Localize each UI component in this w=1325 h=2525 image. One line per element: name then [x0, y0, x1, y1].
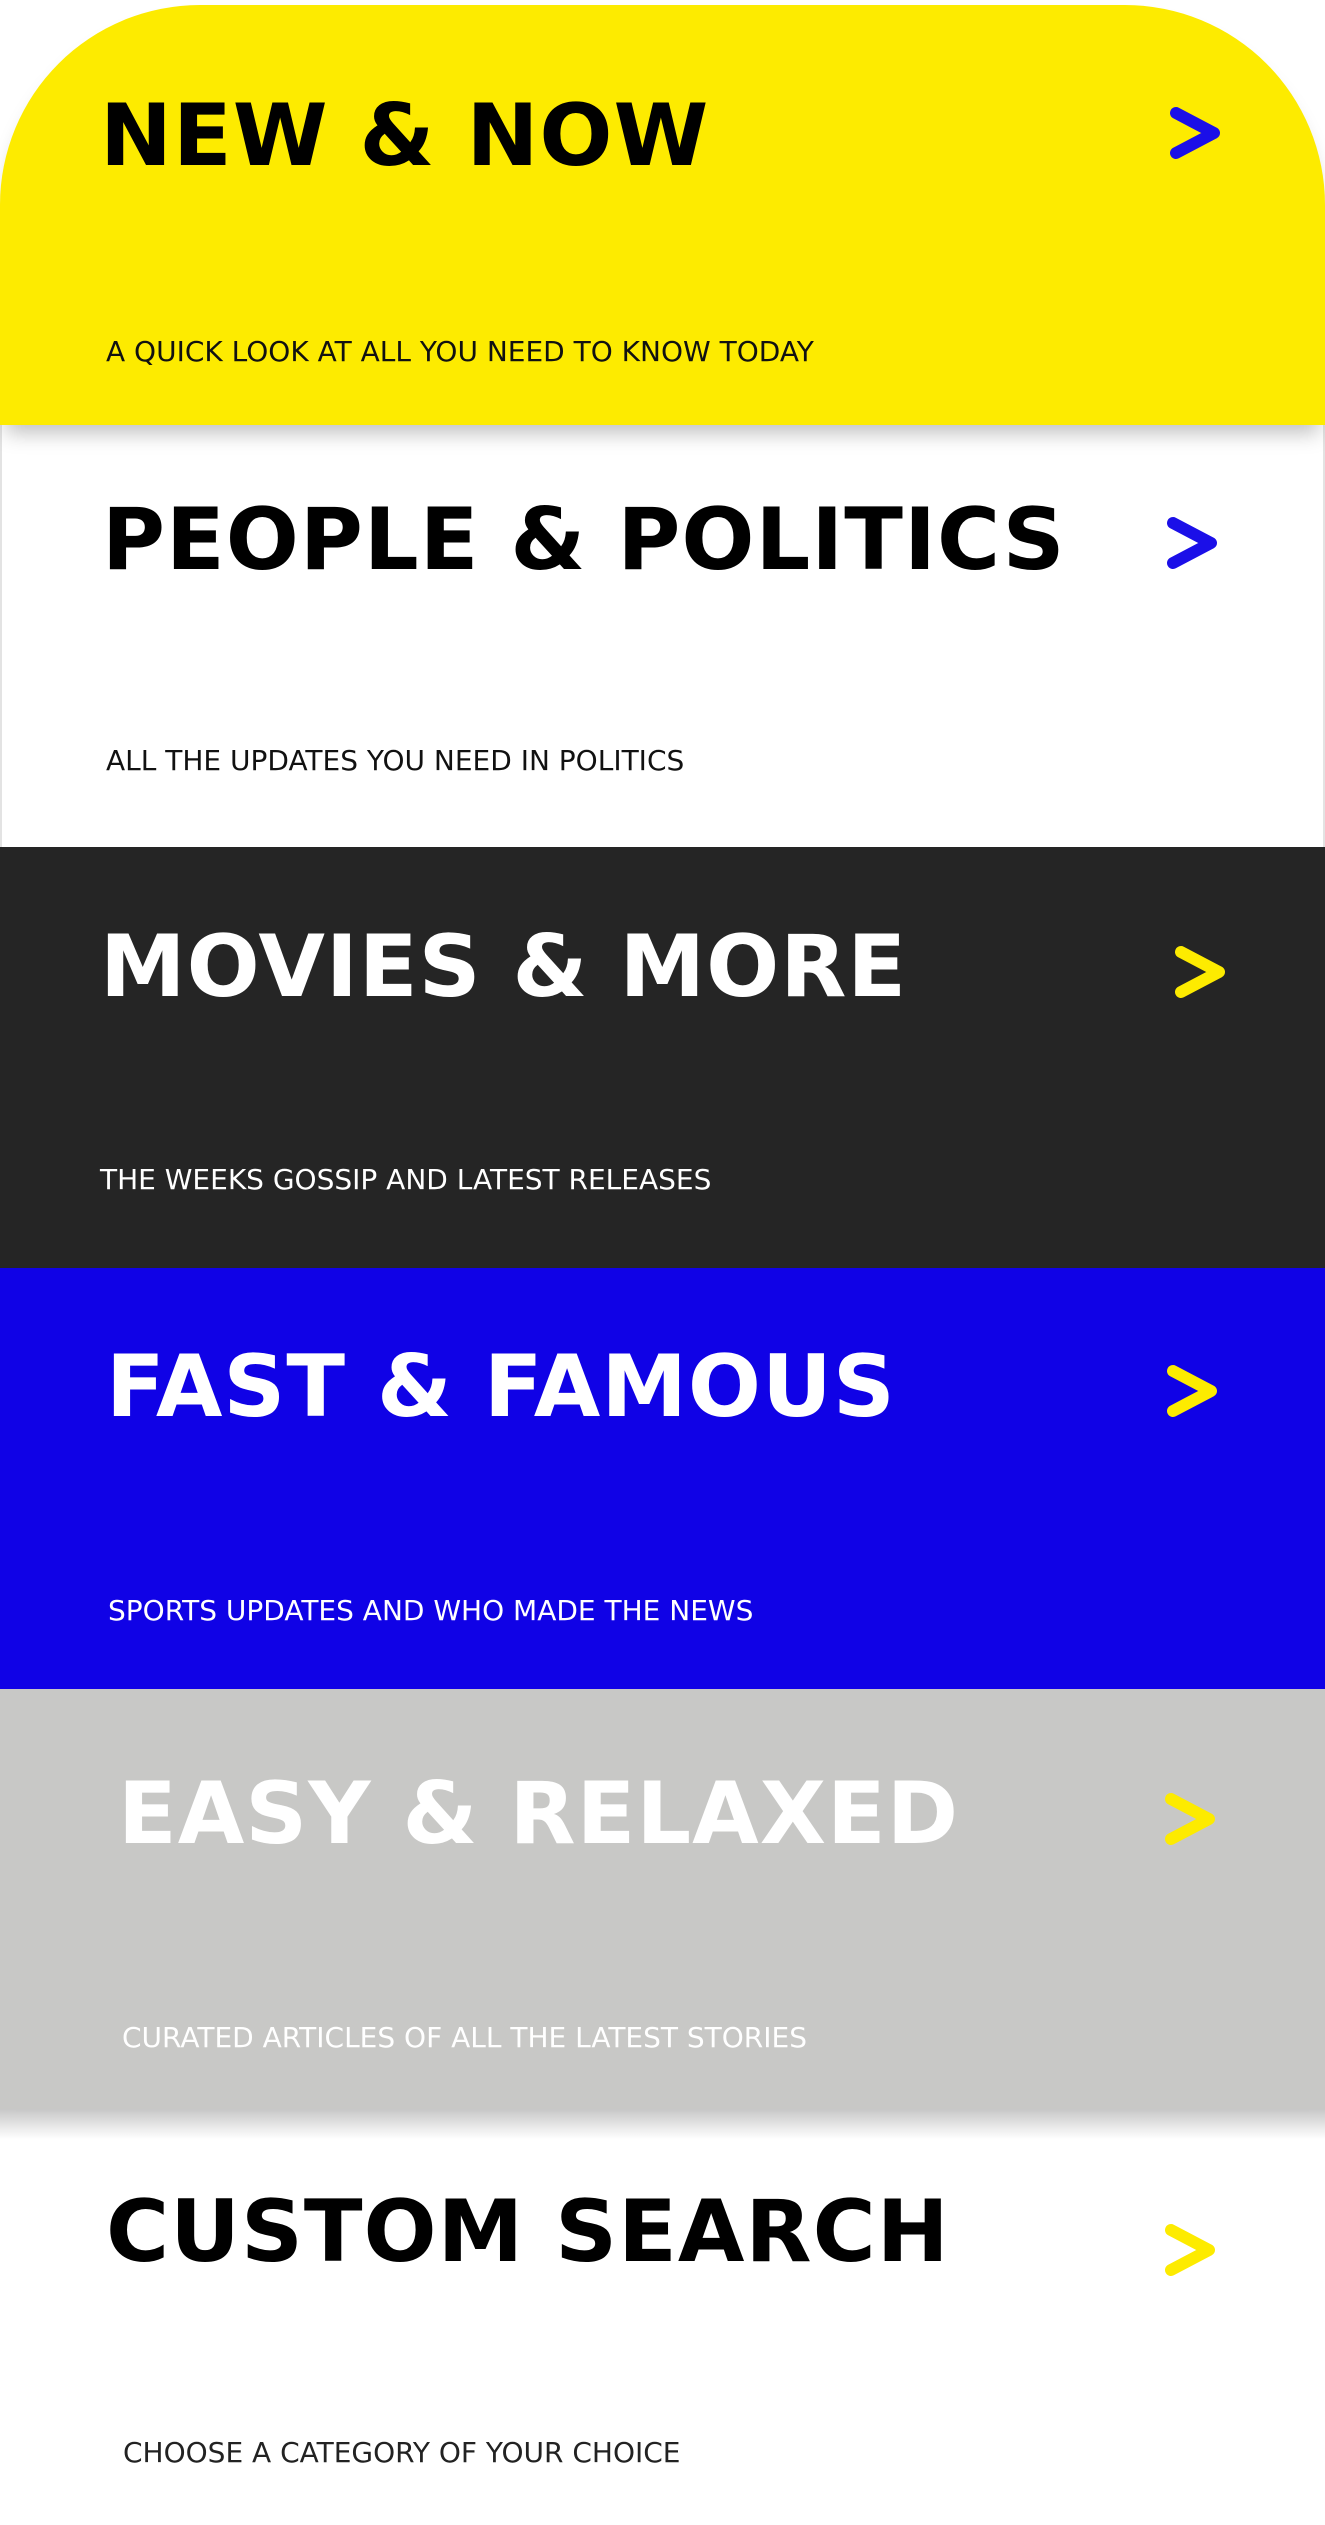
card-title: MOVIES & MORE [100, 917, 908, 1017]
category-card-new-and-now[interactable]: NEW & NOW A QUICK LOOK AT ALL YOU NEED T… [0, 5, 1325, 425]
chevron-right-icon[interactable] [1168, 103, 1228, 163]
card-subtitle: A QUICK LOOK AT ALL YOU NEED TO KNOW TOD… [106, 335, 814, 368]
card-title: PEOPLE & POLITICS [102, 490, 1066, 590]
chevron-right-icon[interactable] [1163, 2220, 1223, 2280]
category-card-easy-and-relaxed[interactable]: EASY & RELAXED CURATED ARTICLES OF ALL T… [0, 1689, 1325, 2109]
category-list: NEW & NOW A QUICK LOOK AT ALL YOU NEED T… [0, 0, 1325, 2525]
chevron-right-icon[interactable] [1165, 513, 1225, 573]
chevron-right-icon[interactable] [1165, 1361, 1225, 1421]
card-subtitle: CHOOSE A CATEGORY OF YOUR CHOICE [123, 2436, 681, 2469]
card-title: EASY & RELAXED [118, 1764, 960, 1864]
card-subtitle: ALL THE UPDATES YOU NEED IN POLITICS [106, 744, 685, 777]
chevron-right-icon[interactable] [1163, 1789, 1223, 1849]
chevron-right-icon[interactable] [1173, 942, 1233, 1002]
category-card-fast-and-famous[interactable]: FAST & FAMOUS SPORTS UPDATES AND WHO MAD… [0, 1268, 1325, 1689]
category-card-custom-search[interactable]: CUSTOM SEARCH CHOOSE A CATEGORY OF YOUR … [0, 2109, 1325, 2525]
category-card-people-and-politics[interactable]: PEOPLE & POLITICS ALL THE UPDATES YOU NE… [0, 425, 1325, 847]
card-title: FAST & FAMOUS [106, 1337, 896, 1437]
card-subtitle: SPORTS UPDATES AND WHO MADE THE NEWS [108, 1594, 754, 1627]
category-card-movies-and-more[interactable]: MOVIES & MORE THE WEEKS GOSSIP AND LATES… [0, 847, 1325, 1268]
card-title: NEW & NOW [100, 86, 710, 186]
card-subtitle: CURATED ARTICLES OF ALL THE LATEST STORI… [122, 2021, 807, 2054]
card-subtitle: THE WEEKS GOSSIP AND LATEST RELEASES [100, 1163, 712, 1196]
card-title: CUSTOM SEARCH [106, 2182, 950, 2282]
